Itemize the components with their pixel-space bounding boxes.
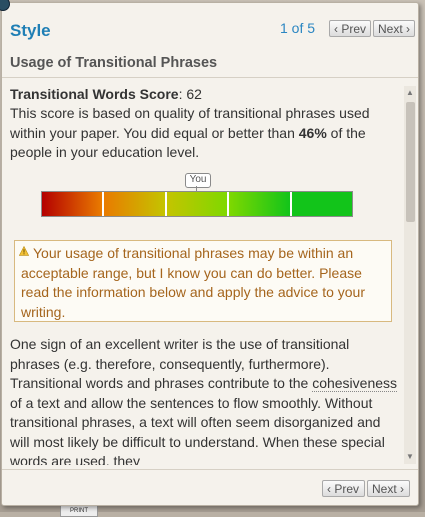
next-button-top[interactable]: Next ›	[373, 20, 415, 37]
meter-segment-orange	[104, 192, 167, 216]
meter-segment-lightgreen	[229, 192, 292, 216]
body-paragraph: One sign of an excellent writer is the u…	[10, 335, 402, 465]
scroll-down-icon[interactable]: ▼	[406, 453, 414, 461]
panel-title: Style	[10, 21, 51, 40]
meter-segment-yellow	[166, 192, 230, 216]
you-marker: You	[185, 173, 211, 188]
prev-button-bottom[interactable]: ‹ Prev	[322, 480, 365, 497]
warning-box: Your usage of transitional phrases may b…	[14, 240, 392, 322]
score-percent: 46%	[298, 124, 327, 141]
score-value: : 62	[178, 86, 202, 102]
body-text-end: of a text and allow the sentences to flo…	[10, 394, 385, 466]
score-meter	[41, 191, 353, 217]
cohesiveness-term[interactable]: cohesiveness	[312, 375, 398, 392]
scroll-thumb[interactable]	[406, 102, 415, 222]
warning-icon	[19, 246, 29, 256]
style-panel: Style 1 of 5 ‹ Prev Next › Usage of Tran…	[0, 0, 419, 506]
next-button-bottom[interactable]: Next ›	[367, 480, 410, 497]
meter-segment-red	[42, 192, 105, 216]
panel-header: Style 1 of 5 ‹ Prev Next ›	[2, 3, 418, 49]
background-tab: PRINT	[60, 505, 98, 517]
body-text-start: One sign of an excellent writer is the u…	[10, 336, 350, 391]
page-indicator: 1 of 5	[280, 20, 316, 36]
score-line: Transitional Words Score: 62	[10, 85, 202, 105]
scroll-content[interactable]: Transitional Words Score: 62 This score …	[2, 79, 404, 465]
score-label: Transitional Words Score	[10, 86, 179, 102]
header-divider	[2, 77, 418, 78]
scrollbar[interactable]: ▲ ▼	[404, 86, 416, 464]
meter-segment-green	[291, 192, 353, 216]
warning-text: Your usage of transitional phrases may b…	[21, 245, 365, 320]
footer-divider	[2, 469, 418, 470]
scroll-up-icon[interactable]: ▲	[406, 89, 414, 97]
score-description: This score is based on quality of transi…	[10, 104, 402, 163]
prev-button-top[interactable]: ‹ Prev	[329, 20, 371, 37]
section-title: Usage of Transitional Phrases	[10, 55, 218, 71]
